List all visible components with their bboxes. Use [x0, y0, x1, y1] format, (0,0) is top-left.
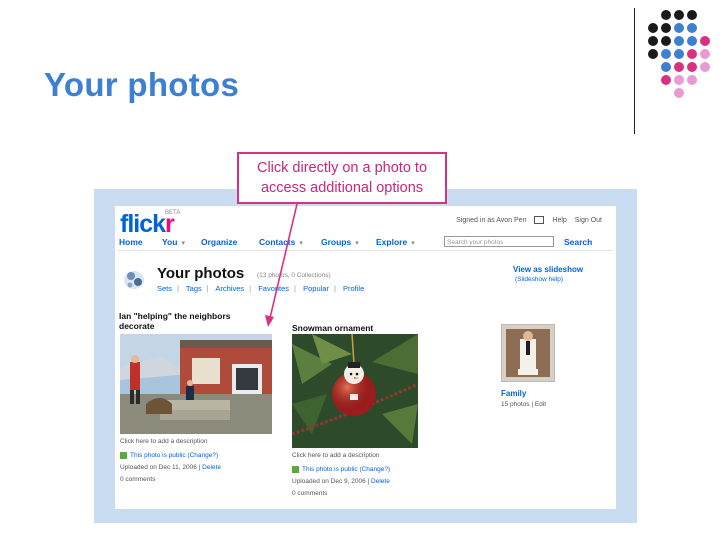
decorative-dot [687, 75, 697, 85]
photo-comments-1[interactable]: 0 comments [120, 474, 155, 485]
nav-home[interactable]: Home [119, 237, 143, 247]
search-input[interactable]: Search your photos [444, 236, 554, 247]
nav-you[interactable]: You ▾ [162, 237, 185, 247]
nav-groups[interactable]: Groups ▾ [321, 237, 359, 247]
photo-count: (13 photos, 0 Collections) [257, 272, 331, 279]
decorative-dot [648, 23, 658, 33]
photo-snowman-ornament[interactable] [292, 334, 418, 448]
callout-box: Click directly on a photo to access addi… [237, 152, 447, 204]
subnav-tags[interactable]: Tags [186, 284, 202, 293]
beta-badge: BETA [165, 210, 181, 216]
nav-organize[interactable]: Organize [201, 237, 237, 247]
decorative-dot [674, 36, 684, 46]
vertical-divider [634, 8, 635, 134]
buddy-icon[interactable] [121, 266, 147, 292]
sign-out-link[interactable]: Sign Out [575, 217, 602, 224]
delete-link[interactable]: Delete [202, 464, 221, 471]
flickr-screenshot: flickr BETA Signed in as Avon Pen Help S… [115, 206, 616, 509]
public-icon [120, 451, 127, 459]
photo-subnav: Sets | Tags | Archives | Favorites | Popular… [157, 284, 365, 293]
decorative-dot [687, 62, 697, 72]
photo-comments-2[interactable]: 0 comments [292, 488, 327, 499]
nav-explore[interactable]: Explore ▾ [376, 237, 415, 247]
decorative-dot [687, 49, 697, 59]
decorative-dot [661, 75, 671, 85]
decorative-dot [687, 23, 697, 33]
delete-link[interactable]: Delete [371, 478, 390, 485]
decorative-dot [700, 49, 710, 59]
decorative-dot [661, 23, 671, 33]
photo-title-1[interactable]: Ian "helping" the neighbors decorate [119, 311, 259, 331]
set-title[interactable]: Family [501, 389, 526, 398]
slideshow-link[interactable]: View as slideshow [513, 265, 583, 274]
decorative-dots [648, 10, 728, 110]
public-icon [292, 465, 299, 473]
photo-title-2[interactable]: Snowman ornament [292, 323, 373, 333]
help-link[interactable]: Help [552, 217, 566, 224]
decorative-dot [661, 36, 671, 46]
chevron-down-icon: ▾ [355, 240, 359, 247]
decorative-dot [700, 36, 710, 46]
search-button[interactable]: Search [564, 237, 592, 247]
slide-title: Your photos [44, 66, 240, 103]
photo-description-2[interactable]: Click here to add a description [292, 450, 379, 461]
signed-in-text: Signed in as Avon Pen [456, 216, 527, 224]
decorative-dot [648, 36, 658, 46]
decorative-dot [674, 75, 684, 85]
photo-uploaded-2: Uploaded on Dec 9, 2006 | Delete [292, 478, 390, 485]
decorative-dot [674, 23, 684, 33]
decorative-dot [661, 10, 671, 20]
subnav-sets[interactable]: Sets [157, 284, 172, 293]
set-thumbnail[interactable] [501, 324, 555, 382]
nav-contacts[interactable]: Contacts ▾ [259, 237, 303, 247]
chevron-down-icon: ▾ [299, 240, 303, 247]
decorative-dot [661, 62, 671, 72]
chevron-down-icon: ▾ [181, 240, 185, 247]
decorative-dot [661, 49, 671, 59]
decorative-dot [674, 62, 684, 72]
photo-neighbors[interactable] [120, 334, 272, 434]
decorative-dot [674, 88, 684, 98]
slideshow-help-link[interactable]: (Slideshow help) [515, 276, 563, 283]
decorative-dot [687, 36, 697, 46]
subnav-popular[interactable]: Popular [303, 284, 329, 293]
chevron-down-icon: ▾ [411, 240, 415, 247]
subnav-profile[interactable]: Profile [343, 284, 364, 293]
subnav-archives[interactable]: Archives [215, 284, 244, 293]
photo-privacy-1: This photo is public (Change?) [120, 450, 218, 461]
decorative-dot [687, 10, 697, 20]
decorative-dot [674, 10, 684, 20]
photo-uploaded-1: Uploaded on Dec 11, 2006 | Delete [120, 464, 221, 471]
subnav-favorites[interactable]: Favorites [258, 284, 289, 293]
decorative-dot [648, 49, 658, 59]
account-bar: Signed in as Avon Pen Help Sign Out [450, 216, 602, 224]
decorative-dot [674, 49, 684, 59]
mail-icon[interactable] [534, 216, 545, 224]
photo-privacy-2: This photo is public (Change?) [292, 464, 390, 475]
decorative-dot [700, 62, 710, 72]
set-photo [502, 325, 554, 381]
set-meta: 15 photos | Edit [501, 401, 547, 408]
main-nav: Home You ▾ Organize Contacts ▾ Groups ▾ Exp… [118, 236, 613, 251]
photo-description-1[interactable]: Click here to add a description [120, 436, 207, 447]
page-heading: Your photos [157, 265, 245, 282]
